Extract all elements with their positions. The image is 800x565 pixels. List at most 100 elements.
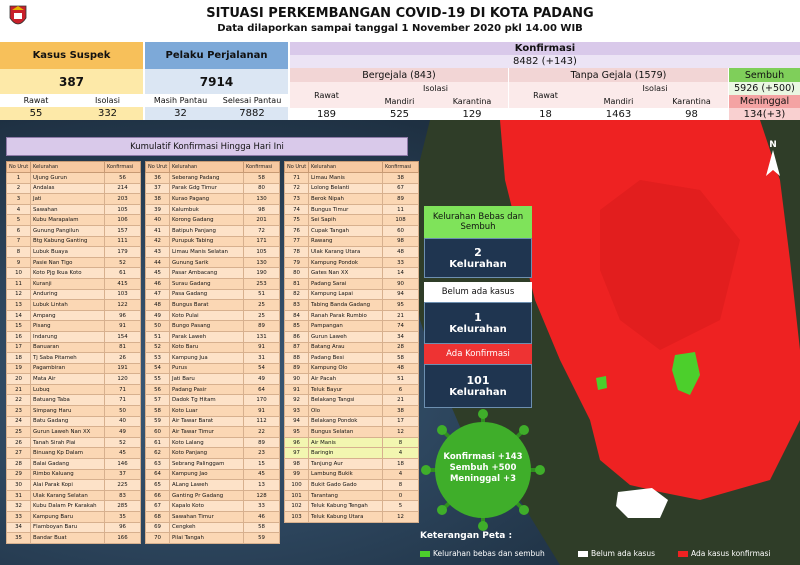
row-no: 94 [284,415,309,428]
row-kelurahan: Pilai Tangah [169,532,244,544]
row-no: 83 [284,299,309,311]
row-konfirmasi: 89 [243,320,280,332]
row-no: 96 [284,436,309,449]
row-kelurahan: Kurao Pagang [169,193,244,205]
row-konfirmasi: 14 [382,267,419,279]
row-no: 10 [6,267,31,279]
col-konfirmasi: Konfirmasi [104,161,141,173]
table-row: 87 Batang Arau 28 [284,341,419,354]
row-kelurahan: Jati [30,193,105,205]
tanpa-mandiri-value: 1463 [582,108,655,120]
table-row: 49 Koto Pulai 25 [145,309,280,322]
row-no: 57 [145,394,170,407]
table-row: 86 Gurun Laweh 34 [284,330,419,343]
row-konfirmasi: 95 [382,299,419,311]
table-row: 63 Sebrang Palinggam 15 [145,458,280,470]
row-no: 50 [145,320,170,332]
virus-konfirmasi: Konfirmasi +143 [443,452,523,462]
row-konfirmasi: 49 [104,426,141,438]
compass-label: N [769,140,777,150]
row-no: 59 [145,415,170,428]
row-kelurahan: Belakang Pondok [308,415,383,428]
row-konfirmasi: 48 [382,246,419,258]
row-konfirmasi: 15 [243,458,280,470]
perjalanan-selesai-label: Selesai Pantau [216,94,288,107]
row-kelurahan: Tj Saba Pitameh [30,352,105,364]
row-konfirmasi: 33 [382,256,419,269]
row-no: 77 [284,235,309,248]
row-no: 103 [284,511,309,523]
row-no: 22 [6,394,31,407]
konfirmasi-title: Konfirmasi [290,42,800,55]
row-no: 7 [6,235,31,248]
table-row: 52 Koto Baru 91 [145,341,280,354]
row-kelurahan: Simpang Haru [30,405,105,417]
row-kelurahan: Andalas [30,182,105,195]
row-kelurahan: Kampung Baru [30,511,105,523]
table-row: 99 Lambung Bukik 4 [284,468,419,481]
row-konfirmasi: 105 [104,203,141,216]
table-row: 39 Kalumbuk 98 [145,203,280,216]
virus-text: Konfirmasi +143 Sembuh +500 Meninggal +3 [418,452,548,485]
belum-unit: Kelurahan [449,324,507,335]
row-no: 64 [145,468,170,481]
row-konfirmasi: 74 [382,320,419,332]
row-konfirmasi: 52 [104,436,141,449]
bergejala-mandiri-label: Mandiri [363,95,436,108]
row-konfirmasi: 58 [243,521,280,534]
row-konfirmasi: 128 [243,489,280,502]
row-konfirmasi: 60 [382,224,419,237]
row-no: 72 [284,182,309,195]
table-row: 27 Binuang Kp Dalam 45 [6,447,141,460]
table-row: 73 Berok Nipah 89 [284,193,419,205]
header: SITUASI PERKEMBANGAN COVID-19 DI KOTA PA… [0,0,800,40]
legend-green: Kelurahan bebas dan sembuh [420,549,545,558]
row-konfirmasi: 201 [243,214,280,226]
table-row: 33 Kampung Baru 35 [6,511,141,523]
row-kelurahan: Jati Baru [169,373,244,385]
table-row: 93 Olo 38 [284,405,419,417]
col-kelurahan: Kelurahan [30,161,105,173]
row-no: 34 [6,521,31,534]
row-kelurahan: Seberang Padang [169,172,244,184]
row-kelurahan: Anduring [30,288,105,301]
row-konfirmasi: 89 [382,193,419,205]
table-row: 89 Kampung Olo 48 [284,362,419,375]
row-konfirmasi: 4 [382,468,419,481]
row-kelurahan: Pasar Ambacang [169,267,244,279]
row-konfirmasi: 203 [104,193,141,205]
table-row: 72 Lolong Belanti 67 [284,182,419,195]
row-konfirmasi: 179 [104,246,141,258]
row-konfirmasi: 146 [104,458,141,470]
row-kelurahan: Purupuk Tabing [169,235,244,248]
bergejala-rawat-label: Rawat [290,82,363,108]
row-no: 88 [284,352,309,364]
row-no: 8 [6,246,31,258]
table-header: No Urut Kelurahan Konfirmasi [145,161,280,173]
bebas-unit: Kelurahan [449,259,507,270]
table-row: 103 Teluk Kabung Utara 12 [284,511,419,523]
row-konfirmasi: 50 [104,405,141,417]
table-row: 10 Koto Pjg Ikua Koto 61 [6,267,141,279]
row-kelurahan: Binuang Kp Dalam [30,447,105,460]
row-kelurahan: Ampang [30,309,105,322]
row-kelurahan: Bandar Buat [30,532,105,544]
row-konfirmasi: 89 [243,436,280,449]
row-kelurahan: Limau Manis Selatan [169,246,244,258]
table-row: 45 Pasar Ambacang 190 [145,267,280,279]
row-kelurahan: Balai Gadang [30,458,105,470]
row-no: 82 [284,288,309,301]
row-kelurahan: Gunung Pangilun [30,224,105,237]
row-no: 36 [145,172,170,184]
row-kelurahan: Batang Arau [308,341,383,354]
row-konfirmasi: 49 [243,373,280,385]
table-row: 74 Bungus Timur 11 [284,203,419,216]
row-kelurahan: Lubuq [30,383,105,396]
row-konfirmasi: 91 [243,341,280,354]
table-row: 54 Purus 54 [145,362,280,375]
table-row: 76 Cupak Tangah 60 [284,224,419,237]
row-konfirmasi: 22 [243,426,280,438]
kelurahan-table-3: No Urut Kelurahan Konfirmasi 71 Limau Manis… [284,161,419,523]
row-konfirmasi: 58 [382,352,419,364]
table-row: 1 Ujung Gurun 56 [6,172,141,184]
